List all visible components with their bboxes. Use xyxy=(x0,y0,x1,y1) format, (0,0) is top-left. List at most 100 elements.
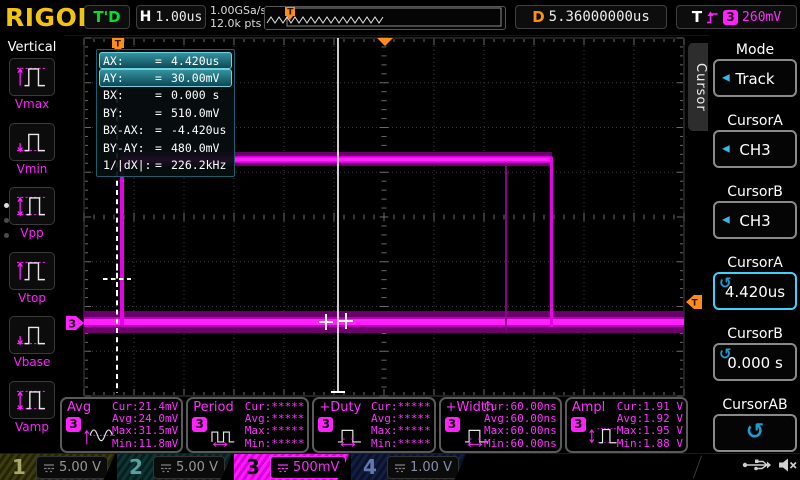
cursor-readout-label: BX: xyxy=(103,88,155,102)
measurement-cell[interactable]: +Width 3 Cur:60.00ns Avg:60.00ns Max:60.… xyxy=(439,397,562,453)
measure-item-label: Vtop xyxy=(0,291,64,305)
horizontal-delay-box[interactable]: D 5.36000000us xyxy=(515,5,667,29)
waveform-position-preview: T xyxy=(264,6,506,30)
measurement-icon xyxy=(333,420,371,449)
equals-sign: = xyxy=(155,141,171,155)
page-dot xyxy=(4,233,9,238)
left-menu-item[interactable]: Vbase xyxy=(0,313,64,378)
measure-item-label: Vmin xyxy=(0,162,64,176)
horizontal-scale-value: 1.00us xyxy=(155,10,202,25)
channel-scale-value: 500mV xyxy=(293,460,339,475)
rising-edge-icon xyxy=(706,10,719,25)
cursor-readout-value: 4.420us xyxy=(171,54,228,68)
cursor-readout-row: AX: = 4.420us xyxy=(99,52,232,69)
cursor-menu-tab[interactable]: Cursor xyxy=(688,43,708,131)
chevron-left-icon: ◀ xyxy=(722,73,730,84)
measurement-cell[interactable]: Avg 3 Cur:21.4mV Avg:24.0mV Max:31.5mV xyxy=(60,397,183,453)
menu-page-indicator xyxy=(4,203,9,238)
page-dot xyxy=(4,218,9,223)
soft-menu-value-box[interactable]: ◀ CH3 xyxy=(713,130,797,168)
soft-menu-value-box[interactable]: ↺ 4.420us xyxy=(713,272,797,310)
measurement-source-badge: 3 xyxy=(66,417,81,432)
channel-scale-value: 5.00 V xyxy=(176,460,218,475)
soft-menu-value-box[interactable]: ↺ 0.000 s xyxy=(713,343,797,381)
left-menu-item[interactable]: Vmax xyxy=(0,55,64,120)
measurement-values: Cur:1.91 V Avg:1.92 V Max:1.95 V Min:1.8… xyxy=(617,401,683,450)
measurement-max: Max:***** xyxy=(371,425,431,437)
equals-sign: = xyxy=(155,158,171,172)
soft-menu-label: CursorA xyxy=(710,255,800,271)
channel-number: 1 xyxy=(6,454,32,480)
cursor-readout-row: BY-AY: = 480.0mV xyxy=(99,139,232,156)
soft-menu-item[interactable]: CursorA ◀ CH3 xyxy=(710,113,800,177)
trigger-level-marker[interactable]: T xyxy=(686,295,702,309)
left-menu-item[interactable]: Vmin xyxy=(0,120,64,185)
soft-menu-value: CH3 xyxy=(739,212,770,230)
soft-menu-value-box[interactable]: ◀ CH3 xyxy=(713,201,797,239)
measurement-values: Cur:***** Avg:***** Max:***** Min:***** xyxy=(245,401,305,450)
horizontal-scale-box[interactable]: H 1.00us xyxy=(136,5,206,29)
cursor-readout-label: BX-AX: xyxy=(103,123,155,137)
channel-number: 4 xyxy=(357,454,383,480)
measurement-max: Max:1.95 V xyxy=(617,425,683,437)
measure-item-label: Vbase xyxy=(0,355,64,369)
channel-status[interactable]: 4 1.00 V xyxy=(351,454,466,480)
memory-depth: 12.0k pts xyxy=(210,17,266,30)
oscilloscope-screen: RIGOL T'D H 1.00us 1.00GSa/s 12.0k pts T… xyxy=(0,0,800,480)
waveform-display-area: 3 T T xyxy=(64,35,710,397)
cursor-readout-label: AY: xyxy=(103,71,155,85)
trigger-status-badge: T'D xyxy=(84,5,130,29)
soft-menu-value-box[interactable]: ◀ Track xyxy=(713,59,797,97)
cursor-readout-label: BY-AY: xyxy=(103,141,155,155)
cursor-b-track-marker xyxy=(103,266,131,292)
cursor-readout-row: AY: = 30.00mV xyxy=(99,69,232,86)
cursor-readout-panel: AX: = 4.420us AY: = 30.00mV BX: = 0.000 … xyxy=(96,49,235,177)
measurement-min: Min:1.88 V xyxy=(617,438,683,450)
d-label: D xyxy=(532,8,544,26)
soft-menu-item[interactable]: CursorB ↺ 0.000 s xyxy=(710,326,800,390)
channel-status[interactable]: 1 5.00 V xyxy=(0,454,115,480)
measurement-values: Cur:21.4mV Avg:24.0mV Max:31.5mV Min:11.… xyxy=(112,401,178,450)
soft-menu-label: CursorB xyxy=(710,184,800,200)
soft-menu-item[interactable]: CursorAB ↺ xyxy=(710,397,800,461)
measurement-min: Min:***** xyxy=(371,438,431,450)
left-menu-item[interactable]: Vtop xyxy=(0,249,64,314)
measurement-cell[interactable]: Ampl 3 Cur:1.91 V Avg:1.92 V Max:1.95 V xyxy=(565,397,688,453)
h-label: H xyxy=(140,9,152,25)
top-status-bar: RIGOL T'D H 1.00us 1.00GSa/s 12.0k pts T… xyxy=(0,0,800,36)
measurement-max: Max:31.5mV xyxy=(112,425,178,437)
trigger-settings-box[interactable]: T 3 260mV xyxy=(676,5,797,29)
cursor-readout-value: 226.2kHz xyxy=(171,158,228,172)
channel-scale-box: 1.00 V xyxy=(387,456,459,479)
channel-scale-box: 5.00 V xyxy=(36,456,108,479)
cursor-readout-label: AX: xyxy=(103,54,155,68)
measurement-cell[interactable]: +Duty 3 Cur:***** Avg:***** Max:***** xyxy=(312,397,435,453)
measure-item-icon xyxy=(9,381,55,419)
measurement-name: Avg xyxy=(67,400,91,415)
ch3-ground-marker[interactable]: 3 xyxy=(66,316,84,331)
channel-status[interactable]: 2 5.00 V xyxy=(117,454,232,480)
cursor-readout-value: 510.0mV xyxy=(171,106,228,120)
measurement-name: Ampl xyxy=(572,400,605,415)
soft-menu-value-box[interactable]: ↺ xyxy=(713,414,797,452)
soft-menu-item[interactable]: Mode ◀ Track xyxy=(710,42,800,106)
channel-number: 3 xyxy=(240,454,266,480)
left-menu-item[interactable]: Vamp xyxy=(0,378,64,443)
coupling-icon xyxy=(394,463,406,473)
measure-item-icon xyxy=(9,316,55,354)
cursor-readout-value: 30.00mV xyxy=(171,71,228,85)
measurement-cell[interactable]: Period 3 Cur:***** Avg:***** Max:***** M… xyxy=(186,397,309,453)
measurement-source-badge: 3 xyxy=(445,417,460,432)
cursor-readout-row: BX-AX: = -4.420us xyxy=(99,122,232,139)
soft-menu-value: 4.420us xyxy=(725,283,785,301)
channel-status-bar: 1 5.00 V 2 5.00 V 3 xyxy=(0,453,800,480)
trigger-level-value: 260mV xyxy=(742,10,781,25)
speaker-muted-icon[interactable] xyxy=(778,456,798,474)
channel-status[interactable]: 3 500mV xyxy=(234,454,349,480)
soft-menu-item[interactable]: CursorA ↺ 4.420us xyxy=(710,255,800,319)
left-menu-item[interactable]: Vpp xyxy=(0,184,64,249)
soft-menu-item[interactable]: CursorB ◀ CH3 xyxy=(710,184,800,248)
svg-text:T: T xyxy=(115,40,122,50)
soft-menu-value: CH3 xyxy=(739,141,770,159)
rotate-knob-icon: ↺ xyxy=(719,345,732,363)
